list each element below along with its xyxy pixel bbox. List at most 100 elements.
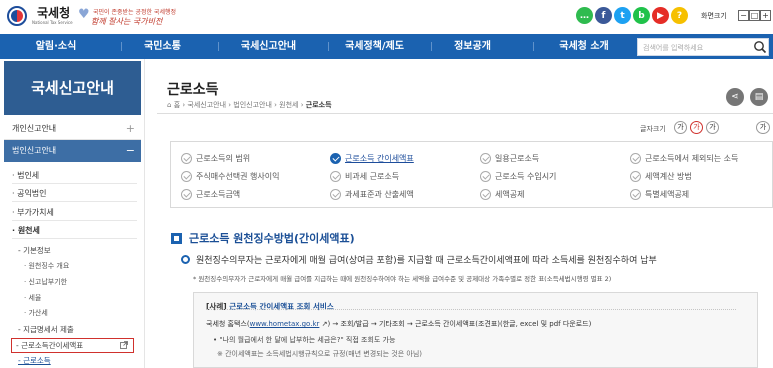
zoom-label: 화면크기 — [701, 12, 727, 20]
font-smaller-button[interactable]: 가 — [674, 121, 687, 134]
logo-subtext: National Tax Service — [32, 20, 73, 25]
divider — [12, 183, 137, 184]
sidebar-item-corporate-tax[interactable]: · 법인세 — [12, 170, 39, 181]
topic-tab-label: 근로소득 간이세액표 — [345, 153, 414, 163]
topic-tab-label: 주식매수선택권 행사이익 — [196, 171, 280, 181]
site-header: 국세청 National Tax Service ♥ 국민이 존중받는 공정한 … — [0, 0, 773, 34]
sidebar-title: 국세신고안내 — [4, 61, 141, 115]
nav-divider — [218, 42, 219, 51]
check-circle-icon — [330, 152, 341, 164]
font-size-label: 글자크기 — [640, 125, 666, 133]
nav-divider — [121, 42, 122, 51]
sidebar-section-corporate[interactable]: 법인신고안내 − — [4, 140, 141, 162]
sidebar-item-public-corp[interactable]: · 공익법인 — [12, 188, 47, 199]
external-link-icon[interactable] — [120, 341, 128, 349]
breadcrumb-item[interactable]: 국세신고안내 — [187, 101, 226, 109]
example-title: [사례] 근로소득 간이세액표 조회 서비스 — [206, 301, 334, 312]
sidebar-section-personal[interactable]: 개인신고안내 + — [4, 118, 141, 140]
check-circle-icon — [480, 170, 491, 182]
topic-tab[interactable]: 특별세액공제 — [630, 186, 689, 202]
topic-tab[interactable]: 과세표준과 산출세액 — [330, 186, 414, 202]
breadcrumb-current: 근로소득 — [305, 101, 332, 109]
dotted-divider — [206, 309, 736, 310]
home-icon[interactable]: ⌂ — [167, 101, 171, 109]
topic-tab-label: 세액공제 — [495, 189, 525, 199]
zoom-out-button[interactable]: − — [738, 10, 749, 21]
chat-icon[interactable]: … — [576, 7, 593, 24]
nav-item-communication[interactable]: 국민소통 — [125, 34, 200, 59]
sidebar-item-withholding[interactable]: · 원천세 — [12, 225, 40, 236]
topic-tab[interactable]: 세액계산 방법 — [630, 168, 692, 184]
example-line-hometax: 국세청 홈택스(www.hometax.go.kr ↗) → 조회/발급 → 기… — [206, 319, 591, 329]
expand-icon[interactable]: + — [126, 118, 135, 140]
nav-item-news[interactable]: 알림·소식 — [17, 34, 95, 59]
topic-tab[interactable]: 근로소득금액 — [181, 186, 240, 202]
sidebar-deep-penalty[interactable]: · 가산세 — [24, 308, 48, 318]
check-circle-icon — [630, 188, 641, 200]
sidebar-subitem-statement[interactable]: - 지급명세서 제출 — [18, 324, 74, 335]
page-title: 근로소득 — [167, 82, 219, 98]
check-circle-icon — [630, 152, 641, 164]
check-circle-icon — [181, 170, 192, 182]
slogan: ♥ 국민이 존중받는 공정한 국세행정 함께 잘사는 국가비전 — [78, 6, 176, 28]
print-icon[interactable]: ▤ — [750, 88, 768, 106]
footnote: * 원천징수의무자가 근로자에게 매월 급여를 지급하는 때에 원천징수하여야 … — [193, 275, 612, 283]
topic-tab[interactable]: 근로소득의 범위 — [181, 150, 250, 166]
blog-icon[interactable]: b — [633, 7, 650, 24]
check-circle-icon — [330, 170, 341, 182]
topic-tab[interactable]: 일용근로소득 — [480, 150, 539, 166]
topic-tab[interactable]: 세액공제 — [480, 186, 524, 202]
topic-tab-label: 특별세액공제 — [645, 189, 690, 199]
font-larger-button[interactable]: 가 — [706, 121, 719, 134]
sidebar-item-vat[interactable]: · 부가가치세 — [12, 207, 54, 218]
topic-tab-label: 근로소득 수입시기 — [495, 171, 557, 181]
check-circle-icon — [480, 152, 491, 164]
topic-tab[interactable]: 주식매수선택권 행사이익 — [181, 168, 280, 184]
breadcrumb-item[interactable]: 원천세 — [279, 101, 298, 109]
check-circle-icon — [480, 188, 491, 200]
breadcrumb-item[interactable]: 법인신고안내 — [233, 101, 272, 109]
facebook-icon[interactable]: f — [595, 7, 612, 24]
slogan-line1: 국민이 존중받는 공정한 국세행정 — [93, 9, 177, 16]
collapse-icon[interactable]: − — [126, 140, 135, 162]
nav-item-disclosure[interactable]: 정보공개 — [435, 34, 510, 59]
sidebar-subitem-earned-income[interactable]: - 근로소득 — [18, 355, 51, 366]
nav-item-tax-guide[interactable]: 국세신고안내 — [222, 34, 315, 59]
font-largest-button[interactable]: 가 — [756, 121, 770, 134]
description-text: 원천징수의무자는 근로자에게 매월 급여(상여금 포함)를 지급할 때 근로소득… — [196, 256, 657, 266]
nav-item-tax-policy[interactable]: 국세정책/제도 — [332, 34, 417, 59]
sidebar-subitem-basic[interactable]: - 기본정보 — [18, 245, 51, 256]
hometax-link[interactable]: www.hometax.go.kr — [250, 320, 320, 328]
check-circle-icon — [181, 152, 192, 164]
kakaostory-icon[interactable]: ? — [671, 7, 688, 24]
share-icon[interactable]: ⋖ — [726, 88, 744, 106]
heart-icon: ♥ — [78, 7, 90, 22]
search-icon[interactable] — [753, 40, 767, 54]
logo[interactable]: 국세청 National Tax Service — [7, 6, 73, 26]
emblem-icon — [7, 6, 27, 26]
topic-tab[interactable]: 비과세 근로소득 — [330, 168, 399, 184]
zoom-reset-button[interactable]: □ — [749, 10, 760, 21]
check-circle-icon — [330, 188, 341, 200]
sidebar-section-label: 개인신고안내 — [12, 124, 57, 133]
sidebar-deep-overview[interactable]: · 원천징수 개요 — [24, 261, 69, 271]
twitter-icon[interactable]: t — [614, 7, 631, 24]
search-input[interactable]: 검색어를 입력하세요 — [637, 38, 769, 56]
topic-tab-label: 일용근로소득 — [495, 153, 540, 163]
check-circle-icon — [630, 170, 641, 182]
sidebar-subitem-simple-tax-table[interactable]: - 근로소득간이세액표 — [16, 340, 83, 351]
breadcrumb-item[interactable]: 홈 — [174, 101, 180, 109]
sidebar-deep-rate[interactable]: · 세율 — [24, 293, 41, 303]
font-default-button[interactable]: 가 — [690, 121, 703, 134]
topic-tab[interactable]: 근로소득 간이세액표 — [330, 150, 414, 166]
topic-tab-label: 세액계산 방법 — [645, 171, 692, 181]
sidebar-deep-deadline[interactable]: · 신고납부기한 — [24, 277, 67, 287]
topic-tab[interactable]: 근로소득 수입시기 — [480, 168, 556, 184]
zoom-in-button[interactable]: + — [760, 10, 771, 21]
youtube-icon[interactable]: ▶ — [652, 7, 669, 24]
search-placeholder: 검색어를 입력하세요 — [643, 44, 704, 52]
nav-item-about[interactable]: 국세청 소개 — [537, 34, 631, 59]
topic-tab[interactable]: 근로소득에서 제외되는 소득 — [630, 150, 738, 166]
nav-divider — [328, 42, 329, 51]
breadcrumb: ⌂ 홈 › 국세신고안내 › 법인신고안내 › 원천세 › 근로소득 — [167, 101, 332, 109]
